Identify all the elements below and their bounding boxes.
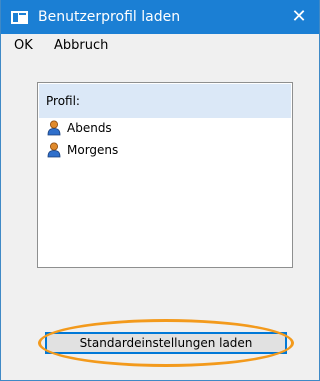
close-button[interactable]: ✕ [279,0,319,34]
user-icon [47,120,61,136]
dialog-window: Benutzerprofil laden ✕ OK Abbruch Profil… [0,0,320,381]
list-item-label: Morgens [67,143,119,157]
close-icon: ✕ [291,6,307,27]
window-app-icon [11,11,28,24]
user-icon [47,142,61,158]
list-item-abends[interactable]: Abends [47,120,247,138]
load-defaults-button[interactable]: Standardeinstellungen laden [45,332,287,354]
list-item-morgens[interactable]: Morgens [47,142,247,160]
profile-list-header-label: Profil: [46,94,80,108]
menu-item-abbruch[interactable]: Abbruch [54,38,108,54]
menu-item-ok[interactable]: OK [14,38,33,54]
list-item-label: Abends [67,121,112,135]
profile-list[interactable]: Profil: Abends Morgens [37,82,293,268]
profile-list-header: Profil: [39,84,291,118]
window-title: Benutzerprofil laden [38,9,181,25]
menu-bar: OK Abbruch [1,34,319,58]
title-bar: Benutzerprofil laden ✕ [1,0,319,34]
